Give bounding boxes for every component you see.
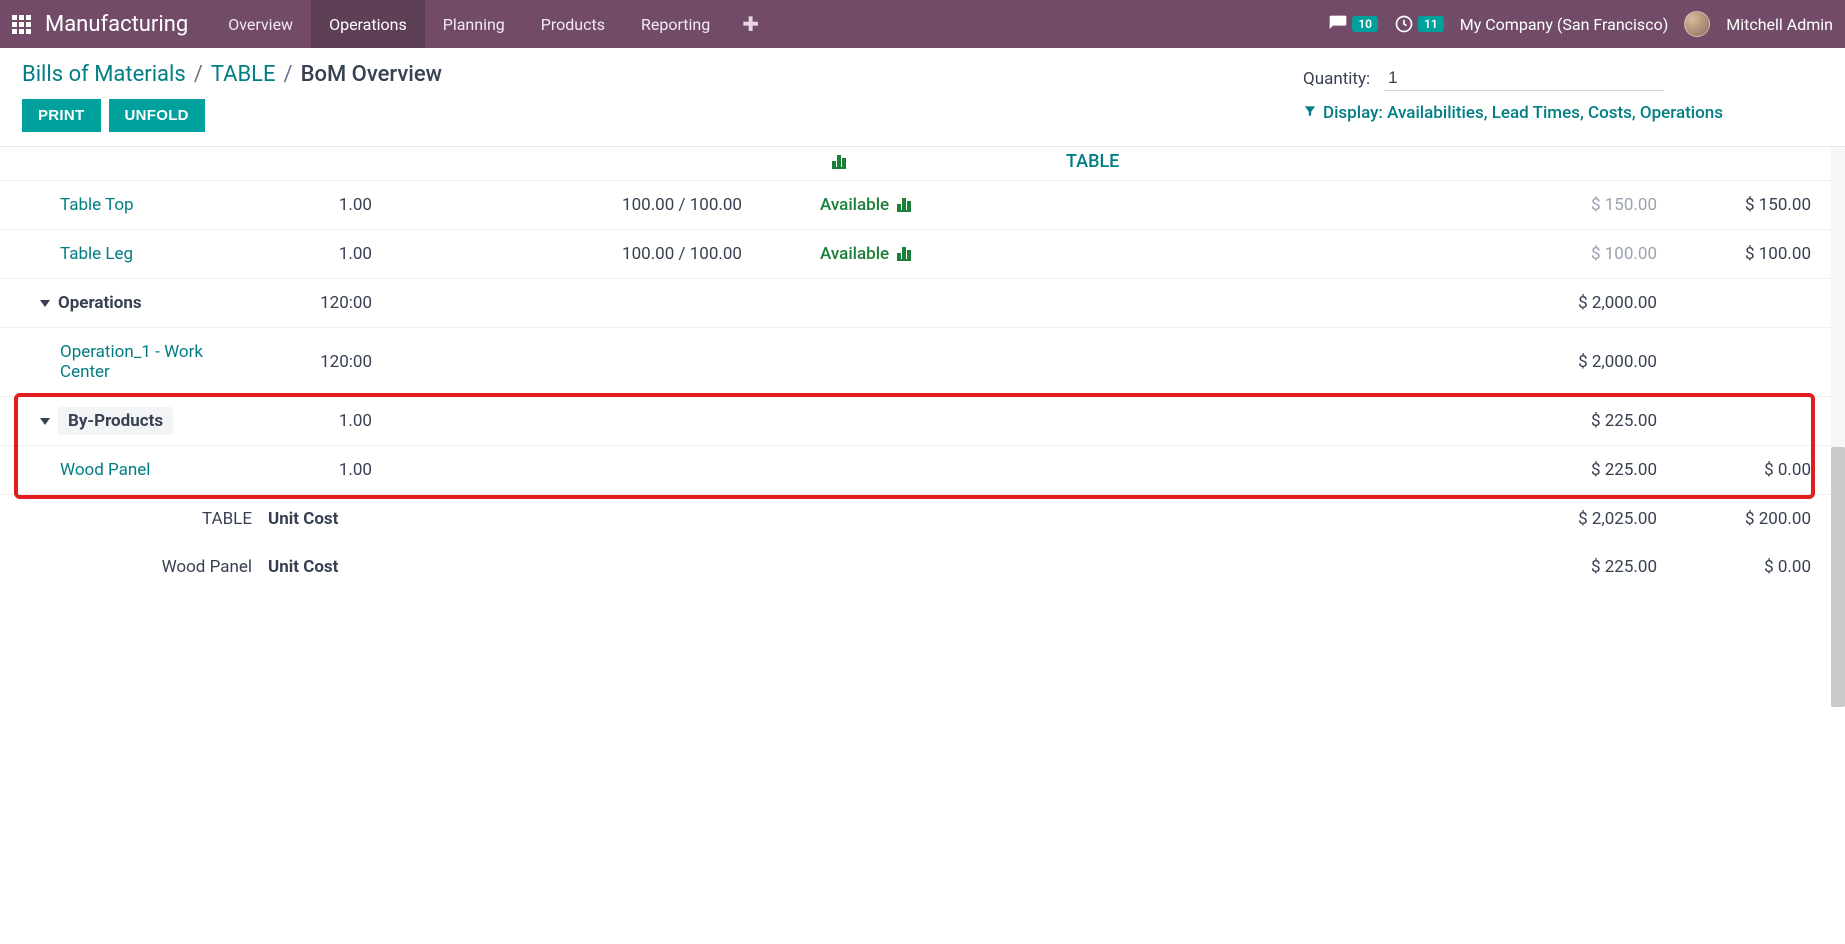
report-content: TABLE Table Top 1.00 100.00 / 100.00 Ava… — [0, 147, 1845, 599]
display-filter[interactable]: Display: Availabilities, Lead Times, Cos… — [1303, 103, 1823, 123]
summary-name: Wood Panel — [0, 543, 260, 591]
nav-item-overview[interactable]: Overview — [210, 0, 311, 48]
duration-cell: 120:00 — [260, 328, 380, 397]
forecast-chart-icon[interactable] — [897, 247, 911, 261]
availability-label: Available — [820, 244, 889, 264]
bom-cost-cell: $ 225.00 — [1495, 446, 1665, 495]
quantity-label: Quantity: — [1303, 69, 1370, 89]
activities-button[interactable]: 11 — [1394, 14, 1444, 34]
print-button[interactable]: PRINT — [22, 99, 101, 132]
prod-cost-cell: $ 100.00 — [1665, 230, 1845, 279]
clock-icon — [1394, 14, 1414, 34]
messages-badge: 10 — [1352, 16, 1378, 32]
qty-cell: 1.00 — [260, 446, 380, 495]
summary-name: TABLE — [0, 495, 260, 544]
bom-cost-cell: $ 225.00 — [1495, 397, 1665, 446]
breadcrumb-bom[interactable]: Bills of Materials — [22, 62, 186, 87]
byproduct-link-wood-panel[interactable]: Wood Panel — [60, 460, 150, 480]
bom-cost-cell: $ 2,000.00 — [1495, 279, 1665, 328]
breadcrumb-table[interactable]: TABLE — [211, 62, 276, 87]
prod-cost-cell: $ 0.00 — [1665, 446, 1845, 495]
breadcrumb-sep: / — [284, 62, 293, 87]
unfold-button[interactable]: UNFOLD — [109, 99, 205, 132]
bom-cost-cell: $ 150.00 — [1495, 181, 1665, 230]
prod-cost-cell: $ 150.00 — [1665, 181, 1845, 230]
bom-cost-cell: $ 100.00 — [1495, 230, 1665, 279]
user-menu[interactable]: Mitchell Admin — [1726, 15, 1833, 34]
free-cell: 100.00 / 100.00 — [590, 181, 750, 230]
nav-new-icon[interactable]: ✚ — [728, 12, 773, 36]
availability-label: Available — [820, 195, 889, 215]
operations-label[interactable]: Operations — [58, 293, 142, 313]
component-link-table-leg[interactable]: Table Leg — [60, 244, 133, 264]
breadcrumb-sep: / — [194, 62, 203, 87]
component-link-table-top[interactable]: Table Top — [60, 195, 134, 215]
unit-cost-label: Unit Cost — [260, 543, 380, 591]
scrollbar-thumb[interactable] — [1831, 447, 1845, 707]
free-cell: 100.00 / 100.00 — [590, 230, 750, 279]
qty-cell: 1.00 — [260, 181, 380, 230]
byproducts-label[interactable]: By-Products — [58, 407, 173, 435]
messages-button[interactable]: 10 — [1328, 14, 1378, 34]
bom-table: Table Top 1.00 100.00 / 100.00 Available… — [0, 180, 1845, 591]
nav-item-products[interactable]: Products — [523, 0, 623, 48]
forecast-chart-icon[interactable] — [897, 198, 911, 212]
nav-item-reporting[interactable]: Reporting — [623, 0, 728, 48]
breadcrumb-current: BoM Overview — [301, 62, 442, 87]
breadcrumb: Bills of Materials / TABLE / BoM Overvie… — [22, 62, 442, 87]
display-filter-label: Display: Availabilities, Lead Times, Cos… — [1323, 103, 1723, 123]
bom-cost-cell: $ 225.00 — [1495, 543, 1665, 591]
page-header: Bills of Materials / TABLE / BoM Overvie… — [0, 48, 1845, 147]
operations-section-row: Operations 120:00 $ 2,000.00 — [0, 279, 1845, 328]
chat-icon — [1328, 14, 1348, 34]
nav-item-planning[interactable]: Planning — [425, 0, 523, 48]
summary-row-table: TABLE Unit Cost $ 2,025.00 $ 200.00 — [0, 495, 1845, 544]
app-brand[interactable]: Manufacturing — [45, 12, 188, 37]
operation-link[interactable]: Operation_1 - Work Center — [60, 342, 203, 382]
qty-cell: 1.00 — [260, 230, 380, 279]
product-header-link[interactable]: TABLE — [1066, 151, 1119, 172]
bom-cost-cell: $ 2,000.00 — [1495, 328, 1665, 397]
table-row: Table Leg 1.00 100.00 / 100.00 Available… — [0, 230, 1845, 279]
table-row: Operation_1 - Work Center 120:00 $ 2,000… — [0, 328, 1845, 397]
prod-cost-cell: $ 0.00 — [1665, 543, 1845, 591]
unit-cost-label: Unit Cost — [260, 495, 380, 544]
qty-cell: 1.00 — [260, 397, 380, 446]
filter-icon — [1303, 103, 1317, 123]
summary-row-wood: Wood Panel Unit Cost $ 225.00 $ 0.00 — [0, 543, 1845, 591]
company-switcher[interactable]: My Company (San Francisco) — [1460, 15, 1669, 34]
table-row: Table Top 1.00 100.00 / 100.00 Available… — [0, 181, 1845, 230]
activities-badge: 11 — [1418, 16, 1444, 32]
duration-cell: 120:00 — [260, 279, 380, 328]
caret-down-icon[interactable] — [40, 300, 50, 307]
caret-down-icon[interactable] — [40, 418, 50, 425]
forecast-chart-icon[interactable] — [832, 155, 846, 169]
table-row: Wood Panel 1.00 $ 225.00 $ 0.00 — [0, 446, 1845, 495]
top-navbar: Manufacturing Overview Operations Planni… — [0, 0, 1845, 48]
nav-menu: Overview Operations Planning Products Re… — [210, 0, 728, 48]
prod-cost-cell: $ 200.00 — [1665, 495, 1845, 544]
bom-cost-cell: $ 2,025.00 — [1495, 495, 1665, 544]
nav-item-operations[interactable]: Operations — [311, 0, 425, 48]
byproducts-section-row: By-Products 1.00 $ 225.00 — [0, 397, 1845, 446]
apps-icon[interactable] — [12, 15, 31, 34]
avatar[interactable] — [1684, 11, 1710, 37]
quantity-input[interactable] — [1384, 66, 1664, 91]
scrollbar[interactable] — [1831, 147, 1845, 599]
